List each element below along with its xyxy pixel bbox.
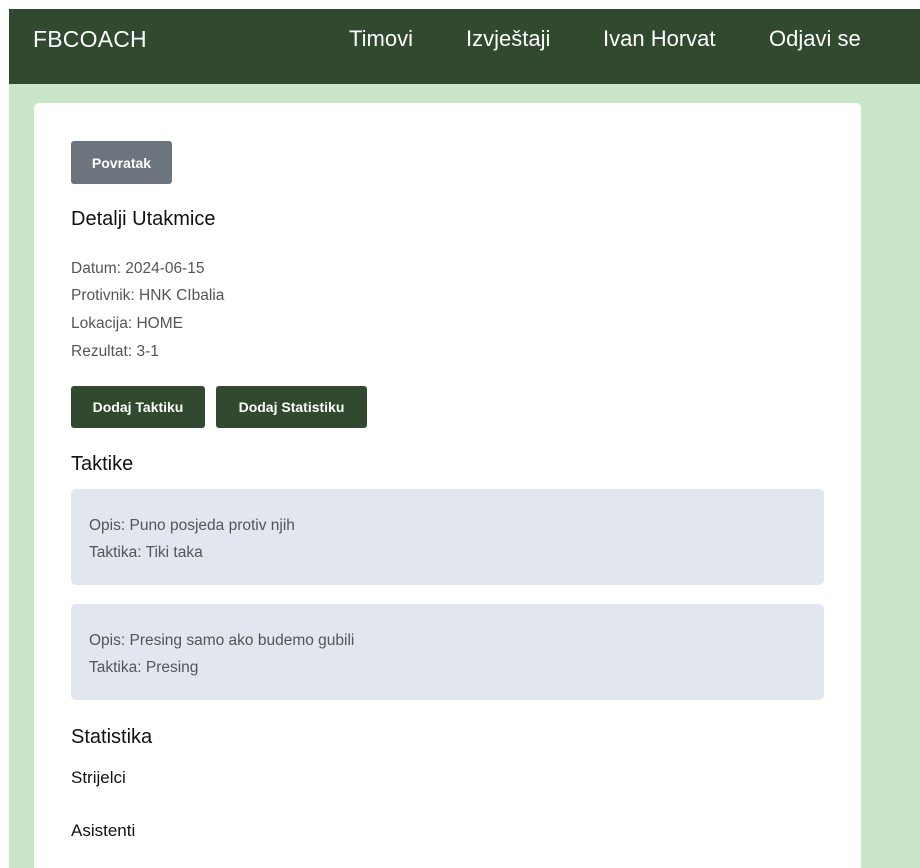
match-date: Datum: 2024-06-15 [71,260,205,277]
brand-logo[interactable]: FBCOACH [33,26,147,53]
navbar: FBCOACH Timovi Izvještaji Ivan Horvat Od… [9,9,920,84]
match-details-card: Povratak Detalji Utakmice Datum: 2024-06… [34,103,861,868]
tactic-name: Taktika: Presing [89,659,199,676]
tactic-card: Opis: Puno posjeda protiv njih Taktika: … [71,489,824,585]
nav-link-timovi[interactable]: Timovi [349,26,413,52]
tactic-card: Opis: Presing samo ako budemo gubili Tak… [71,604,824,700]
match-result: Rezultat: 3-1 [71,343,159,360]
nav-link-logout[interactable]: Odjavi se [769,26,861,52]
assists-heading: Asistenti [71,821,136,840]
match-location: Lokacija: HOME [71,315,183,332]
nav-link-izvjestaji[interactable]: Izvještaji [466,26,550,52]
scorers-heading: Strijelci [71,768,126,787]
match-opponent: Protivnik: HNK CIbalia [71,287,225,304]
back-button[interactable]: Povratak [71,141,172,184]
app-frame: FBCOACH Timovi Izvještaji Ivan Horvat Od… [9,9,920,868]
add-statistics-button[interactable]: Dodaj Statistiku [216,386,367,428]
nav-link-user[interactable]: Ivan Horvat [603,26,716,52]
tactics-heading: Taktike [71,453,134,475]
add-tactic-button[interactable]: Dodaj Taktiku [71,386,205,428]
page-title: Detalji Utakmice [71,208,216,230]
tactic-description: Opis: Presing samo ako budemo gubili [89,632,355,649]
tactic-description: Opis: Puno posjeda protiv njih [89,517,295,534]
statistics-heading: Statistika [71,726,153,748]
tactic-name: Taktika: Tiki taka [89,544,203,561]
